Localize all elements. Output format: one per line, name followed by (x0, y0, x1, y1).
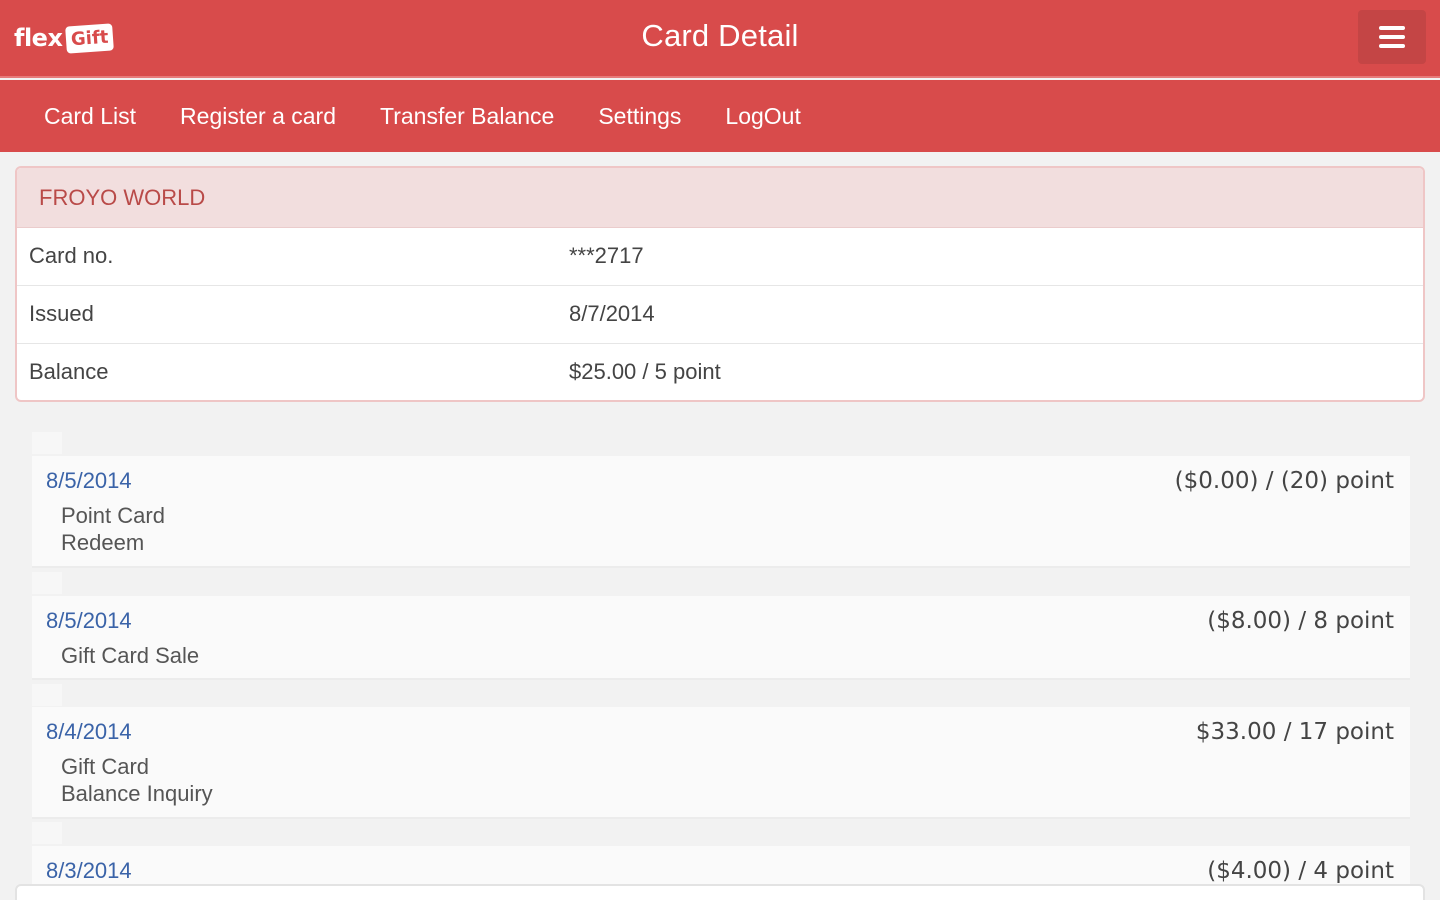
transaction-item[interactable]: 8/5/2014 ($8.00) / 8 point Gift Card Sal… (32, 596, 1410, 680)
balance-value: $25.00 / 5 point (569, 359, 721, 384)
transaction-date: 8/5/2014 (46, 608, 132, 633)
balance-row: Balance $25.00 / 5 point (17, 344, 1423, 400)
transaction-amount: $33.00 / 17 point (1195, 719, 1394, 745)
list-divider (32, 572, 62, 594)
balance-label: Balance (29, 359, 109, 384)
top-app-bar: flex Gift Card Detail (0, 0, 1440, 78)
transaction-item[interactable]: 8/5/2014 ($0.00) / (20) point Point Card… (32, 456, 1410, 568)
nav-register-card[interactable]: Register a card (158, 103, 358, 130)
list-divider (32, 432, 62, 454)
nav-logout[interactable]: LogOut (703, 103, 822, 130)
issued-row: Issued 8/7/2014 (17, 286, 1423, 344)
transaction-date: 8/3/2014 (46, 858, 132, 883)
card-number-value: ***2717 (569, 243, 644, 268)
transaction-type: Point Card (61, 503, 165, 528)
card-number-row: Card no. ***2717 (17, 228, 1423, 286)
transaction-item[interactable]: 8/4/2014 $33.00 / 17 point Gift Card Bal… (32, 707, 1410, 819)
transaction-type: Gift Card Sale (61, 643, 200, 668)
transaction-description: Gift Card Sale (61, 642, 199, 669)
bottom-panel (15, 884, 1425, 900)
main-nav: Card List Register a card Transfer Balan… (0, 80, 1440, 152)
nav-transfer-balance[interactable]: Transfer Balance (358, 103, 576, 130)
list-divider (32, 684, 62, 706)
transaction-action: Balance Inquiry (61, 781, 213, 806)
menu-button[interactable] (1358, 10, 1426, 64)
page-title: Card Detail (641, 18, 799, 53)
nav-settings[interactable]: Settings (576, 103, 703, 130)
transaction-amount: ($4.00) / 4 point (1207, 858, 1394, 884)
transaction-description: Point Card Redeem (61, 502, 165, 556)
transaction-date: 8/5/2014 (46, 468, 132, 493)
transaction-date: 8/4/2014 (46, 719, 132, 744)
card-number-label: Card no. (29, 243, 114, 268)
transaction-action: Redeem (61, 530, 145, 555)
transaction-type: Gift Card (61, 754, 150, 779)
issued-label: Issued (29, 301, 94, 326)
issued-value: 8/7/2014 (569, 301, 655, 326)
hamburger-icon (1379, 26, 1405, 48)
list-divider (32, 822, 62, 844)
nav-card-list[interactable]: Card List (22, 103, 158, 130)
transaction-amount: ($0.00) / (20) point (1174, 468, 1394, 494)
card-detail-panel: FROYO WORLD Card no. ***2717 Issued 8/7/… (15, 166, 1425, 402)
transaction-amount: ($8.00) / 8 point (1207, 608, 1394, 634)
transaction-description: Gift Card Balance Inquiry (61, 753, 213, 807)
merchant-name: FROYO WORLD (17, 168, 1423, 228)
